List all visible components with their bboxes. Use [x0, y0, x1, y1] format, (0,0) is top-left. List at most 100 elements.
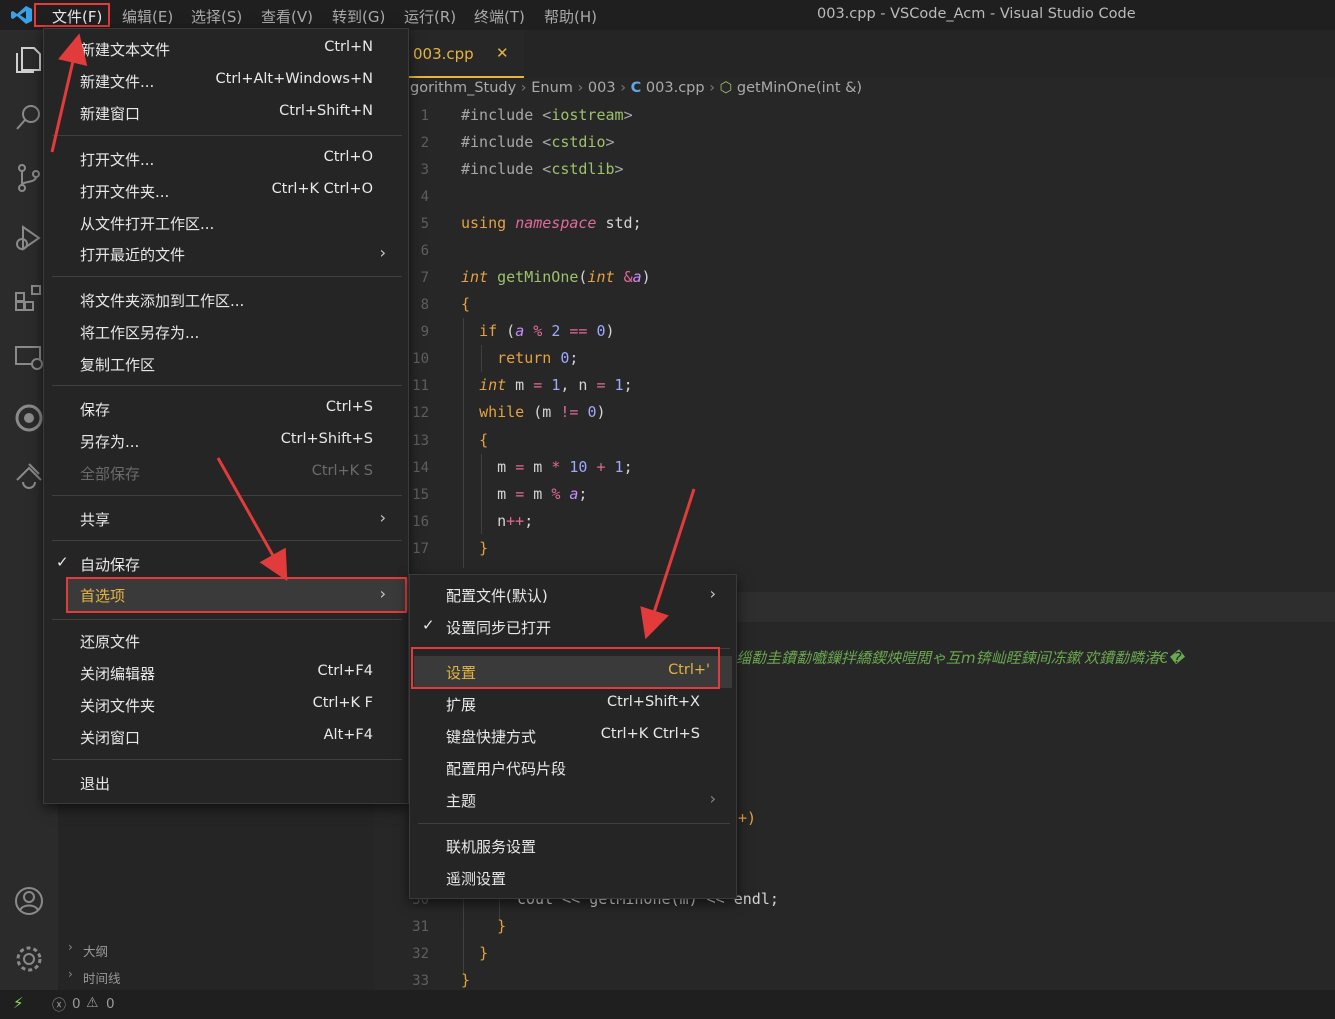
menu-item-close-editor[interactable]: 关闭编辑器 Ctrl+F4	[44, 657, 408, 689]
search-icon[interactable]	[13, 102, 45, 134]
menu-item-save-as[interactable]: 另存为... Ctrl+Shift+S	[44, 425, 408, 457]
line-number: 32	[412, 946, 429, 962]
code-line[interactable]: int m = 1, n = 1;	[461, 376, 633, 394]
menu-item-keyboard-shortcuts[interactable]: 键盘快捷方式 Ctrl+K Ctrl+S	[410, 720, 736, 752]
code-line[interactable]: return 0;	[461, 349, 578, 367]
remote-explorer-icon[interactable]	[13, 342, 45, 374]
code-line[interactable]: }	[461, 971, 470, 989]
code-line[interactable]: }	[461, 917, 506, 935]
code-line[interactable]: n++;	[461, 512, 533, 530]
code-line[interactable]: }	[461, 944, 488, 962]
code-line[interactable]: }	[461, 539, 488, 557]
menu-item-save[interactable]: 保存 Ctrl+S	[44, 393, 408, 425]
run-debug-icon[interactable]	[13, 222, 45, 254]
menu-item-settings-sync-on[interactable]: ✓ 设置同步已打开	[410, 611, 736, 643]
chevron-right-icon: ›	[709, 789, 716, 808]
error-icon[interactable]: ⓧ	[52, 995, 66, 1015]
menu-item-auto-save[interactable]: ✓ 自动保存	[44, 548, 408, 580]
chevron-right-icon: ›	[577, 80, 588, 96]
breadcrumb-item[interactable]: 003.cpp	[646, 80, 705, 96]
chevron-right-icon[interactable]: ›	[68, 967, 73, 981]
highlight-preferences	[66, 577, 407, 613]
github-copilot-icon[interactable]	[13, 402, 45, 434]
menu-item-open-file[interactable]: 打开文件... Ctrl+O	[44, 143, 408, 175]
menu-item-open-workspace-from-file[interactable]: 从文件打开工作区...	[44, 207, 408, 239]
menu-item-duplicate-workspace[interactable]: 复制工作区	[44, 348, 408, 380]
file-menu: 新建文本文件 Ctrl+N 新建文件... Ctrl+Alt+Windows+N 新…	[43, 28, 409, 804]
explorer-icon[interactable]	[13, 44, 45, 76]
testing-icon[interactable]	[13, 460, 45, 492]
menu-item-open-folder[interactable]: 打开文件夹... Ctrl+K Ctrl+O	[44, 175, 408, 207]
menu-item-theme[interactable]: 主题 ›	[410, 784, 736, 816]
chevron-right-icon[interactable]: ›	[68, 940, 73, 954]
code-line[interactable]: m = m * 10 + 1;	[461, 458, 632, 476]
code-line[interactable]: while (m != 0)	[461, 403, 605, 421]
check-icon: ✓	[56, 553, 69, 571]
menu-item-revert-file[interactable]: 还原文件	[44, 625, 408, 657]
tab-bar: 003.cpp ✕	[374, 30, 1335, 78]
menu-item-extensions[interactable]: 扩展 Ctrl+Shift+X	[410, 688, 736, 720]
code-line[interactable]: {	[461, 431, 488, 449]
code-line[interactable]: #include <cstdio>	[461, 133, 615, 151]
preferences-submenu: 配置文件(默认) › ✓ 设置同步已打开 设置 Ctrl+' 扩展 Ctrl+Shift…	[409, 574, 737, 899]
menu-item-profile-default[interactable]: 配置文件(默认) ›	[410, 579, 736, 611]
window-title: 003.cpp - VSCode_Acm - Visual Studio Cod…	[817, 6, 1136, 22]
menu-item-telemetry[interactable]: 遥测设置	[410, 862, 736, 894]
menu-terminal[interactable]: 终端(T)	[474, 6, 525, 27]
chevron-right-icon: ›	[379, 243, 386, 262]
menu-help[interactable]: 帮助(H)	[544, 6, 597, 27]
menu-item-new-file[interactable]: 新建文件... Ctrl+Alt+Windows+N	[44, 65, 408, 97]
menu-go[interactable]: 转到(G)	[332, 6, 385, 27]
code-line[interactable]: int getMinOne(int &a)	[461, 268, 651, 286]
check-icon: ✓	[422, 616, 435, 634]
code-comment-garbled[interactable]: 缁勫圭鐨勫嚱鏁拌繑鍥炴暟閲ゃ互m锛屾眰鍊间冻鏉′欢鐨勫疄渚€�	[736, 647, 1184, 668]
code-fragment[interactable]: +)	[738, 809, 756, 827]
menu-separator	[52, 135, 402, 136]
menu-item-share[interactable]: 共享 ›	[44, 503, 408, 535]
code-line[interactable]: #include <iostream>	[461, 106, 633, 124]
menu-item-online-services[interactable]: 联机服务设置	[410, 830, 736, 862]
code-line[interactable]: {	[461, 295, 470, 313]
breadcrumb-item[interactable]: gorithm_Study	[410, 80, 516, 96]
warning-count[interactable]: 0	[106, 996, 115, 1012]
menu-item-add-folder-to-workspace[interactable]: 将文件夹添加到工作区...	[44, 284, 408, 316]
highlight-settings	[411, 647, 720, 689]
menu-view[interactable]: 查看(V)	[261, 6, 313, 27]
line-number: 33	[412, 973, 429, 989]
outline-section[interactable]: 大纲	[83, 941, 108, 960]
menu-selection[interactable]: 选择(S)	[191, 6, 242, 27]
menu-separator	[52, 276, 402, 277]
timeline-section[interactable]: 时间线	[83, 968, 121, 987]
menu-item-new-window[interactable]: 新建窗口 Ctrl+Shift+N	[44, 97, 408, 129]
menu-item-close-window[interactable]: 关闭窗口 Alt+F4	[44, 721, 408, 753]
menu-item-close-folder[interactable]: 关闭文件夹 Ctrl+K F	[44, 689, 408, 721]
close-icon[interactable]: ✕	[496, 44, 509, 62]
menu-item-new-text-file[interactable]: 新建文本文件 Ctrl+N	[44, 33, 408, 65]
breadcrumb-item[interactable]: Enum	[531, 80, 573, 96]
settings-gear-icon[interactable]	[13, 943, 45, 975]
extensions-icon[interactable]	[13, 282, 45, 314]
chevron-right-icon: ›	[379, 508, 386, 527]
breadcrumb: gorithm_Study › Enum › 003 › C 003.cpp ›…	[410, 80, 862, 96]
menu-item-user-snippets[interactable]: 配置用户代码片段	[410, 752, 736, 784]
source-control-icon[interactable]	[13, 162, 45, 194]
menu-separator	[52, 495, 402, 496]
menu-run[interactable]: 运行(R)	[404, 6, 456, 27]
symbol-method-icon: ⬡	[719, 80, 733, 96]
account-icon[interactable]	[13, 885, 45, 917]
menu-item-exit[interactable]: 退出	[44, 767, 408, 799]
error-count[interactable]: 0	[72, 996, 81, 1012]
code-line[interactable]: m = m % a;	[461, 485, 587, 503]
breadcrumb-item[interactable]: getMinOne(int &)	[737, 80, 862, 96]
menu-item-save-workspace-as[interactable]: 将工作区另存为...	[44, 316, 408, 348]
remote-icon[interactable]: ⚡	[13, 994, 24, 1012]
code-line[interactable]: using namespace std;	[461, 214, 642, 232]
chevron-right-icon: ›	[520, 80, 532, 96]
code-line[interactable]: #include <cstdlib>	[461, 160, 624, 178]
menu-edit[interactable]: 编辑(E)	[122, 6, 173, 27]
highlight-file-menu	[34, 3, 110, 27]
menu-item-open-recent[interactable]: 打开最近的文件 ›	[44, 238, 408, 270]
breadcrumb-item[interactable]: 003	[588, 80, 616, 96]
code-line[interactable]: if (a % 2 == 0)	[461, 322, 614, 340]
warning-icon[interactable]: ⚠	[86, 995, 99, 1011]
